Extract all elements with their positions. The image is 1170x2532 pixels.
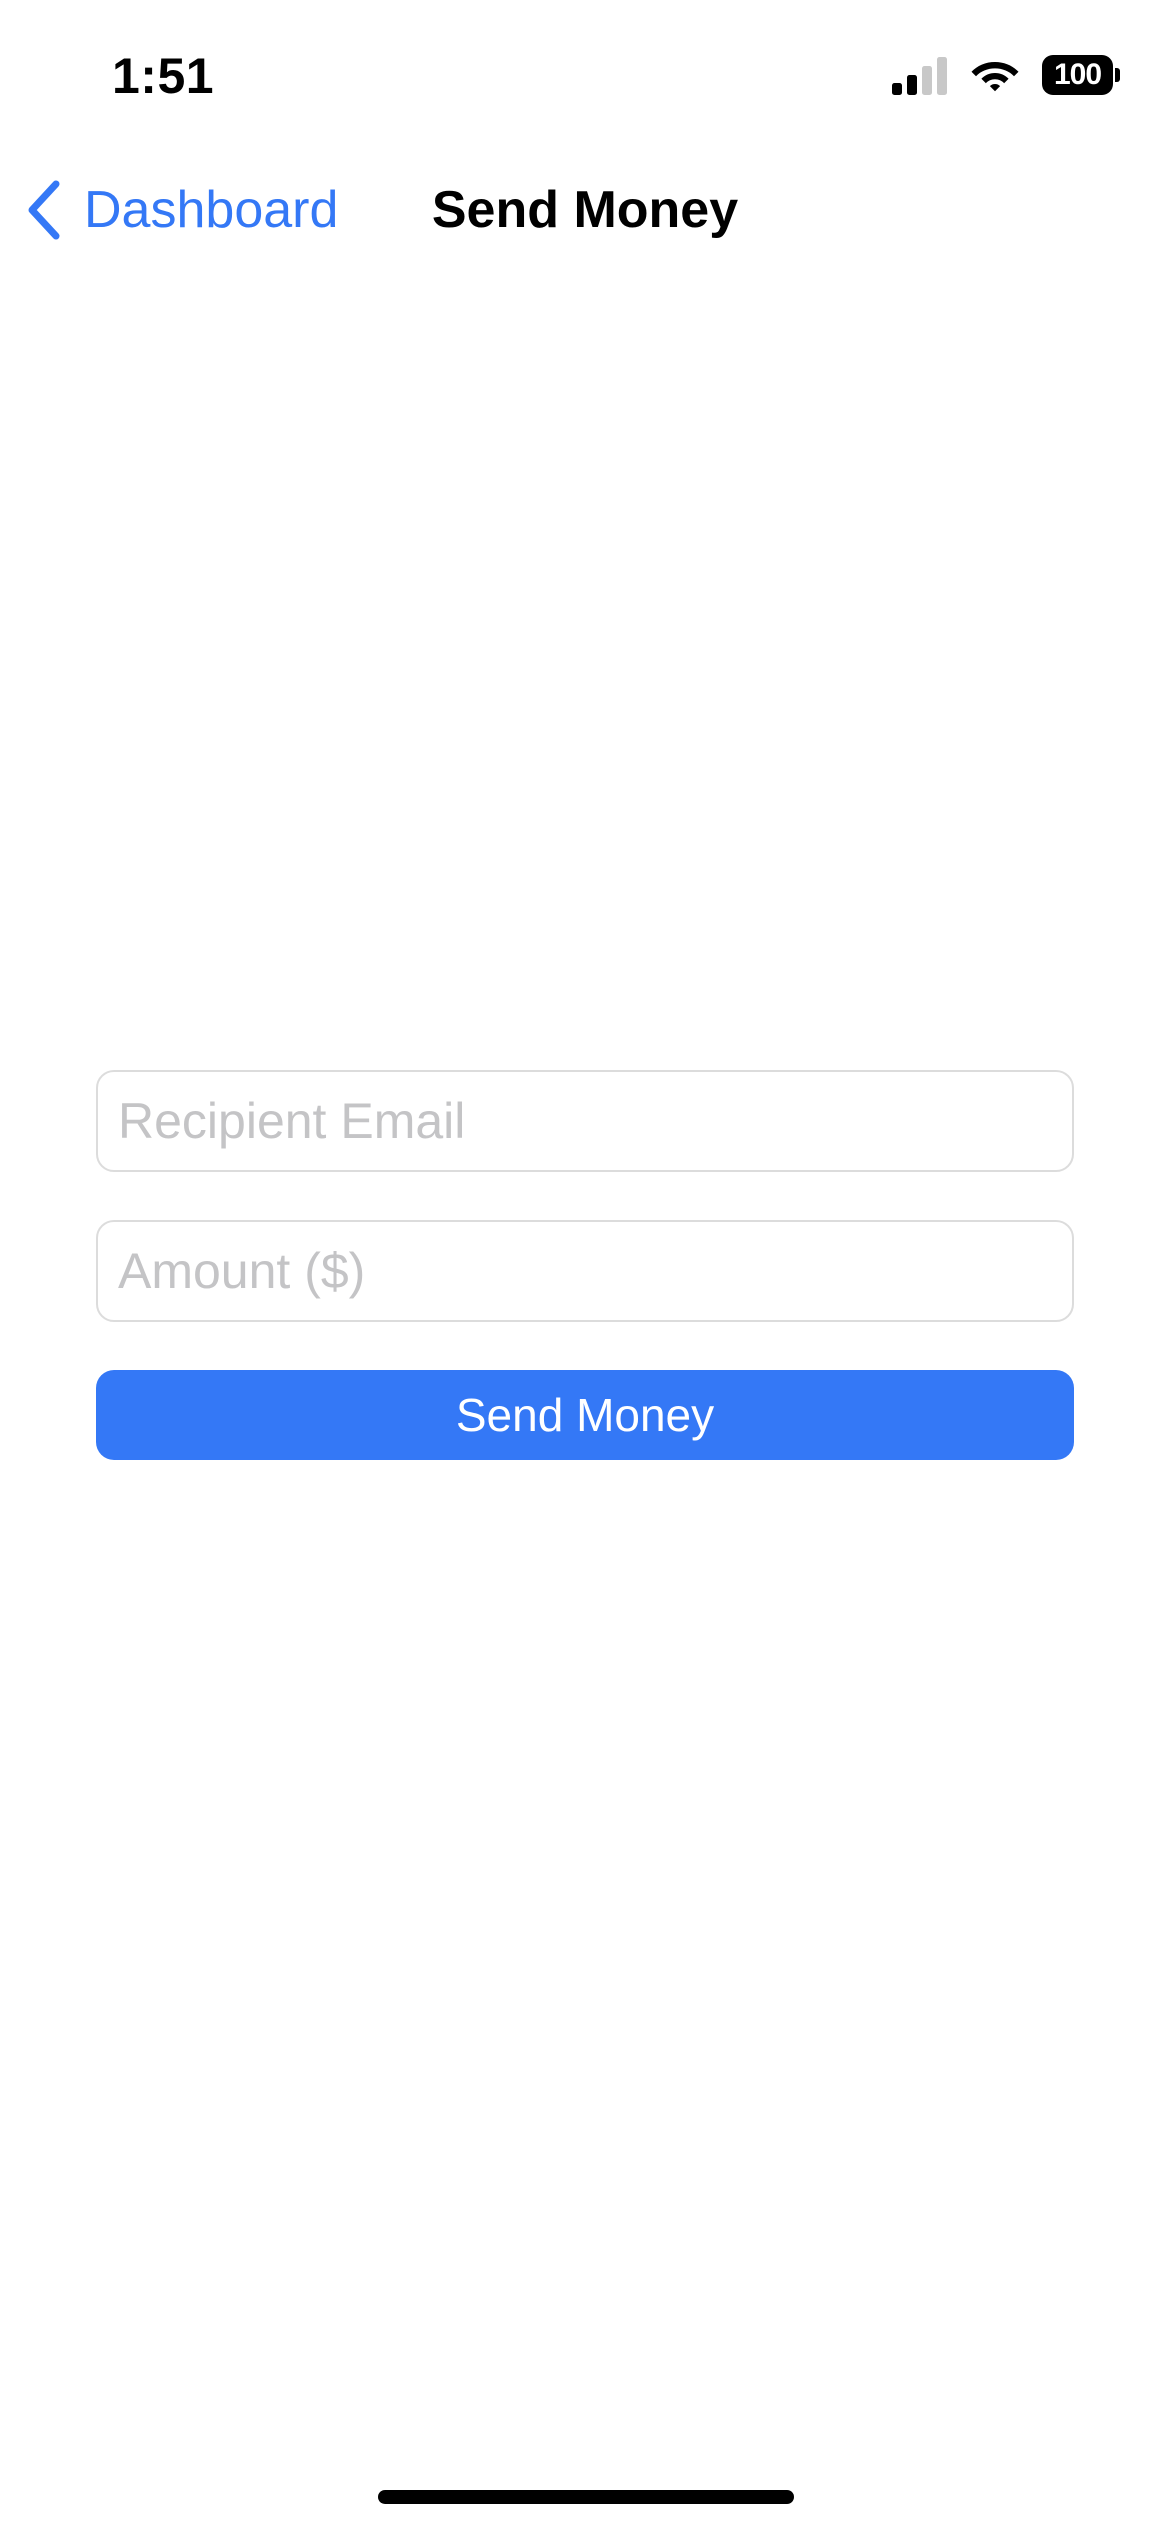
amount-field[interactable]	[96, 1220, 1074, 1322]
home-indicator[interactable]	[378, 2490, 794, 2504]
send-money-form: Send Money	[96, 1070, 1074, 1460]
battery-cap	[1115, 68, 1120, 82]
status-bar: 1:51 100	[0, 0, 1170, 150]
send-money-button[interactable]: Send Money	[96, 1370, 1074, 1460]
battery-level: 100	[1042, 55, 1114, 95]
status-time: 1:51	[112, 48, 215, 104]
battery-icon: 100	[1042, 55, 1120, 95]
navigation-bar: Dashboard Send Money	[0, 160, 1170, 260]
cellular-signal-icon	[892, 57, 947, 95]
status-icons: 100	[892, 52, 1120, 98]
page-title: Send Money	[431, 181, 739, 239]
wifi-icon	[971, 62, 1019, 92]
recipient-email-field[interactable]	[96, 1070, 1074, 1172]
